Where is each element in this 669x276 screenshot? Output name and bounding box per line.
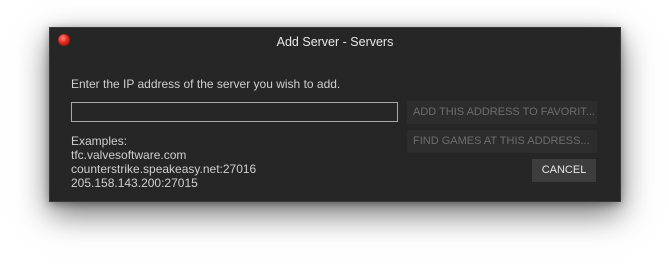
examples-heading: Examples: xyxy=(71,134,128,148)
find-games-button[interactable]: FIND GAMES AT THIS ADDRESS... xyxy=(407,130,597,153)
add-to-favorites-button[interactable]: ADD THIS ADDRESS TO FAVORIT... xyxy=(407,101,597,124)
server-address-input[interactable] xyxy=(71,102,398,122)
example-item: counterstrike.speakeasy.net:27016 xyxy=(71,162,257,176)
cancel-button[interactable]: CANCEL xyxy=(532,159,596,182)
example-item: 205.158.143.200:27015 xyxy=(71,176,198,190)
instruction-text: Enter the IP address of the server you w… xyxy=(71,77,341,91)
example-item: tfc.valvesoftware.com xyxy=(71,148,187,162)
examples-block: Examples: tfc.valvesoftware.com counters… xyxy=(71,134,256,190)
add-server-dialog: Add Server - Servers Enter the IP addres… xyxy=(49,27,621,202)
title-bar[interactable]: Add Server - Servers xyxy=(50,28,620,56)
window-title: Add Server - Servers xyxy=(276,35,394,49)
